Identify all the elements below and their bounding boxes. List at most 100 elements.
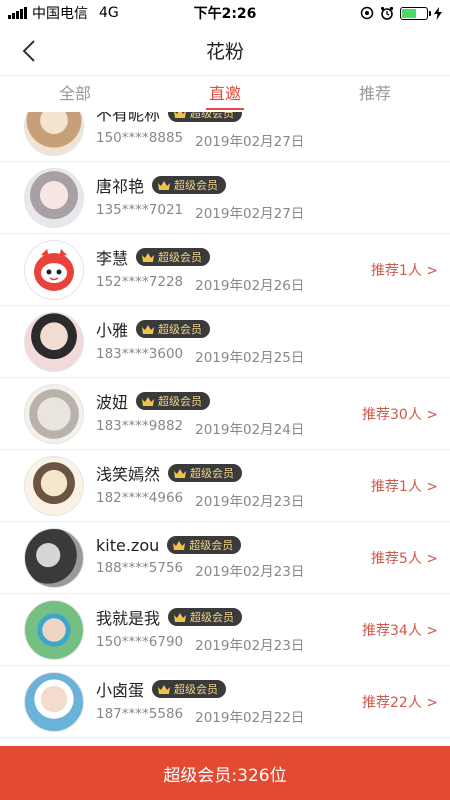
crown-icon — [174, 112, 186, 118]
member-name: 小雅 — [96, 321, 129, 340]
badge-label: 超级会员 — [190, 112, 235, 120]
member-row[interactable]: 唐祁艳 超级会员 135****7021 2019年02月27日 — [0, 162, 450, 234]
crown-icon — [142, 252, 155, 262]
carrier-label: 中国电信 — [32, 6, 88, 22]
avatar — [24, 112, 84, 156]
back-button[interactable] — [14, 36, 44, 66]
crown-icon — [174, 468, 187, 478]
member-row[interactable]: 浅笑嫣然 超级会员 182****4966 2019年02月23日 推荐1人 > — [0, 450, 450, 522]
member-join-date: 2019年02月26日 — [195, 278, 305, 294]
super-member-badge: 超级会员 — [152, 680, 227, 698]
recommend-count-link[interactable]: 推荐1人 > — [371, 260, 438, 280]
member-join-date: 2019年02月23日 — [195, 638, 305, 654]
badge-label: 超级会员 — [190, 611, 235, 624]
member-list-viewport[interactable]: 不有昵称 超级会员 150****8885 2019年02月27日 唐祁艳 超级会员 135… — [0, 112, 450, 746]
member-summary-bar: 超级会员:326位 — [0, 746, 450, 800]
nav-bar: 花粉 — [0, 26, 450, 76]
member-phone: 183****9882 — [96, 418, 184, 434]
member-name: 唐祁艳 — [96, 177, 145, 196]
alarm-icon — [380, 6, 394, 20]
member-name-line: 小雅 超级会员 — [96, 317, 450, 341]
member-name: 小卤蛋 — [96, 681, 145, 700]
crown-icon — [174, 612, 187, 622]
avatar — [24, 527, 84, 588]
status-bar: 中国电信 4G 下午2:26 — [0, 0, 450, 26]
signal-icon — [8, 7, 27, 19]
member-row[interactable]: 小卤蛋 超级会员 187****5586 2019年02月22日 推荐22人 > — [0, 666, 450, 738]
member-sub-line: 183****3600 2019年02月25日 — [96, 346, 450, 366]
tab-direct-invite[interactable]: 直邀 — [150, 76, 300, 112]
recommend-count-link[interactable]: 推荐5人 > — [371, 548, 438, 568]
recommend-count-link[interactable]: 推荐34人 > — [362, 620, 438, 640]
member-join-date: 2019年02月25日 — [195, 350, 305, 366]
battery-icon — [400, 6, 431, 20]
badge-label: 超级会员 — [174, 179, 219, 192]
page-title: 花粉 — [205, 41, 244, 63]
crown-icon — [142, 324, 155, 334]
member-phone: 152****7228 — [96, 274, 184, 290]
member-phone: 183****3600 — [96, 346, 184, 362]
badge-label: 超级会员 — [158, 323, 203, 336]
badge-label: 超级会员 — [190, 467, 235, 480]
tab-all[interactable]: 全部 — [0, 76, 150, 112]
member-phone: 188****5756 — [96, 559, 184, 576]
member-row[interactable]: kite.zou 超级会员 188****5756 2019年02月23日 推荐5人 > — [0, 522, 450, 594]
battery-fill — [402, 8, 417, 18]
member-row[interactable]: 波妞 超级会员 183****9882 2019年02月24日 推荐30人 > — [0, 378, 450, 450]
member-join-date: 2019年02月23日 — [195, 563, 305, 580]
super-member-badge: 超级会员 — [136, 320, 211, 338]
member-phone: 150****6790 — [96, 634, 184, 650]
member-phone: 135****7021 — [96, 202, 184, 218]
avatar — [24, 671, 84, 732]
member-info: 小雅 超级会员 183****3600 2019年02月25日 — [96, 317, 450, 366]
member-name: 浅笑嫣然 — [96, 465, 161, 484]
member-row[interactable]: 不有昵称 超级会员 150****8885 2019年02月27日 — [0, 112, 450, 162]
member-join-date: 2019年02月22日 — [195, 710, 305, 726]
badge-label: 超级会员 — [158, 251, 203, 264]
tab-recommend[interactable]: 推荐 — [300, 76, 450, 112]
recommend-count-link[interactable]: 推荐22人 > — [362, 692, 438, 712]
member-join-date: 2019年02月24日 — [195, 422, 305, 438]
member-name: kite.zou — [96, 535, 160, 555]
super-member-badge: 超级会员 — [168, 608, 243, 626]
crown-icon — [158, 684, 171, 694]
member-sub-line: 135****7021 2019年02月27日 — [96, 202, 450, 222]
avatar — [24, 239, 84, 300]
badge-label: 超级会员 — [158, 395, 203, 408]
super-member-badge: 超级会员 — [152, 176, 227, 194]
recommend-count-link[interactable]: 推荐1人 > — [371, 476, 438, 496]
tab-bar: 全部 直邀 推荐 — [0, 76, 450, 112]
member-join-date: 2019年02月23日 — [195, 494, 305, 510]
member-row[interactable]: 李慧 超级会员 152****7228 2019年02月26日 推荐1人 > — [0, 234, 450, 306]
member-row[interactable]: 小雅 超级会员 183****3600 2019年02月25日 — [0, 306, 450, 378]
badge-label: 超级会员 — [174, 683, 219, 696]
avatar — [24, 311, 84, 372]
super-member-badge: 超级会员 — [168, 464, 243, 482]
avatar — [24, 383, 84, 444]
super-member-badge: 超级会员 — [136, 392, 211, 410]
crown-icon — [142, 396, 155, 406]
member-info: 唐祁艳 超级会员 135****7021 2019年02月27日 — [96, 173, 450, 222]
member-info: 不有昵称 超级会员 150****8885 2019年02月27日 — [96, 112, 450, 150]
member-row[interactable]: 我就是我 超级会员 150****6790 2019年02月23日 推荐34人 > — [0, 594, 450, 666]
member-name: 李慧 — [96, 249, 129, 268]
member-phone: 187****5586 — [96, 706, 184, 722]
chevron-left-icon — [22, 40, 35, 62]
avatar — [24, 455, 84, 516]
mascot-avatar-icon — [34, 248, 74, 291]
status-left: 中国电信 4G — [8, 3, 119, 23]
super-member-badge: 超级会员 — [167, 536, 242, 554]
member-summary-text: 超级会员:326位 — [163, 765, 287, 786]
status-right — [360, 6, 442, 20]
crown-icon — [158, 180, 171, 190]
member-name: 不有昵称 — [96, 112, 161, 124]
charging-icon — [434, 6, 442, 20]
member-join-date: 2019年02月27日 — [195, 206, 305, 222]
super-member-badge: 超级会员 — [168, 112, 243, 122]
member-name-line: 不有昵称 超级会员 — [96, 112, 450, 125]
member-phone: 150****8885 — [96, 130, 184, 146]
badge-label: 超级会员 — [189, 539, 234, 552]
member-list: 不有昵称 超级会员 150****8885 2019年02月27日 唐祁艳 超级会员 135… — [0, 112, 450, 738]
recommend-count-link[interactable]: 推荐30人 > — [362, 404, 438, 424]
crown-icon — [173, 540, 186, 550]
